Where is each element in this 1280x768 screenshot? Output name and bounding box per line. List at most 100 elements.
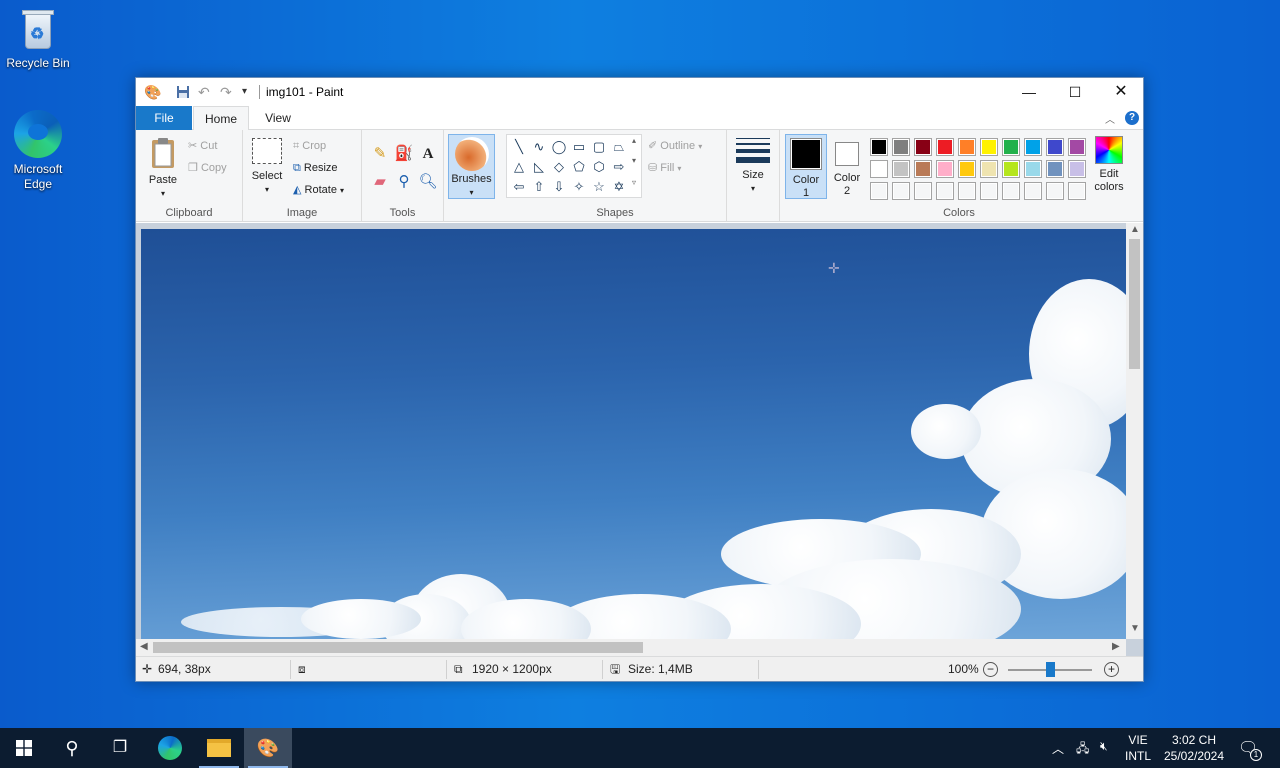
select-button[interactable]: Select ▾	[249, 138, 285, 196]
start-button[interactable]	[0, 728, 48, 768]
rotate-button[interactable]: ◭ Rotate ▾	[293, 180, 344, 200]
color-swatch[interactable]	[980, 138, 998, 156]
minimize-ribbon-icon[interactable]: ︿	[1105, 111, 1115, 126]
color-swatch[interactable]	[914, 138, 932, 156]
right-arrow-shape-icon[interactable]: ⇨	[610, 158, 628, 176]
horizontal-scrollbar[interactable]: ◀ ▶	[136, 639, 1126, 656]
zoom-in-button[interactable]: +	[1104, 662, 1119, 677]
paint-app-icon[interactable]: 🎨	[144, 84, 161, 100]
outline-button[interactable]: ✐ Outline ▾	[648, 136, 702, 156]
oval-shape-icon[interactable]: ◯	[550, 138, 568, 156]
save-icon[interactable]	[176, 85, 190, 101]
maximize-button[interactable]: ☐	[1052, 78, 1098, 106]
edge-desktop-shortcut[interactable]: Microsoft Edge	[0, 110, 76, 192]
color-swatch[interactable]	[892, 182, 910, 200]
tab-file[interactable]: File	[136, 106, 192, 130]
color-swatch[interactable]	[1002, 182, 1020, 200]
horizontal-scroll-thumb[interactable]	[153, 642, 643, 653]
color-swatch[interactable]	[1046, 160, 1064, 178]
color-swatch[interactable]	[892, 160, 910, 178]
tab-view[interactable]: View	[254, 106, 302, 130]
color-swatch[interactable]	[936, 138, 954, 156]
clock[interactable]: 3:02 CH 25/02/2024	[1158, 732, 1230, 764]
canvas-image[interactable]: ✛	[141, 229, 1126, 639]
rectangle-shape-icon[interactable]: ▭	[570, 138, 588, 156]
cut-button[interactable]: ✂ Cut	[188, 136, 217, 156]
rounded-rectangle-shape-icon[interactable]: ▢	[590, 138, 608, 156]
color-swatch[interactable]	[1002, 160, 1020, 178]
color-swatch[interactable]	[1046, 182, 1064, 200]
diamond-shape-icon[interactable]: ◇	[550, 158, 568, 176]
volume-muted-icon[interactable]: 🔇︎	[1100, 739, 1108, 754]
eraser-icon[interactable]: ▰	[370, 172, 390, 192]
color-swatch[interactable]	[1024, 182, 1042, 200]
undo-icon[interactable]: ↶	[198, 84, 210, 100]
customize-dropdown-icon[interactable]: ▾	[242, 84, 247, 100]
color-swatch[interactable]	[958, 160, 976, 178]
pentagon-shape-icon[interactable]: ⬠	[570, 158, 588, 176]
help-icon[interactable]: ?	[1125, 111, 1139, 125]
edge-taskbar-button[interactable]	[146, 728, 194, 768]
network-icon[interactable]: 🖧	[1076, 739, 1089, 760]
up-arrow-shape-icon[interactable]: ⇧	[530, 178, 548, 196]
copy-button[interactable]: ❐ Copy	[188, 158, 227, 178]
color-swatch[interactable]	[1046, 138, 1064, 156]
color-swatch[interactable]	[870, 138, 888, 156]
color-swatch[interactable]	[1024, 138, 1042, 156]
down-arrow-shape-icon[interactable]: ⇩	[550, 178, 568, 196]
color-swatch[interactable]	[958, 138, 976, 156]
fill-icon[interactable]: ⛽	[394, 144, 414, 164]
task-view-button[interactable]: ❐	[96, 728, 144, 768]
scroll-down-icon[interactable]: ▼	[1130, 623, 1140, 634]
zoom-slider[interactable]	[1008, 662, 1092, 677]
color-swatch[interactable]	[1068, 182, 1086, 200]
redo-icon[interactable]: ↷	[220, 84, 232, 100]
pencil-icon[interactable]: ✎	[370, 144, 390, 164]
color-picker-icon[interactable]: ⚲	[394, 172, 414, 192]
tab-home[interactable]: Home	[193, 106, 249, 131]
color-swatch[interactable]	[914, 160, 932, 178]
brushes-button[interactable]: Brushes ▾	[448, 134, 495, 199]
color-swatch[interactable]	[870, 182, 888, 200]
color-swatch[interactable]	[892, 138, 910, 156]
curve-shape-icon[interactable]: ∿	[530, 138, 548, 156]
hexagon-shape-icon[interactable]: ⬡	[590, 158, 608, 176]
color1-button[interactable]: Color 1	[785, 134, 827, 199]
resize-button[interactable]: ⧉ Resize	[293, 158, 338, 178]
text-icon[interactable]: A	[418, 144, 438, 164]
color-swatch[interactable]	[980, 182, 998, 200]
color-swatch[interactable]	[958, 182, 976, 200]
vertical-scroll-thumb[interactable]	[1129, 239, 1140, 369]
color-swatch[interactable]	[936, 160, 954, 178]
paint-taskbar-button[interactable]: 🎨	[244, 728, 292, 768]
six-point-star-shape-icon[interactable]: ✡	[610, 178, 628, 196]
minimize-button[interactable]: —	[1006, 78, 1052, 106]
canvas-area[interactable]: ✛ ▲ ▼ ◀ ▶	[136, 223, 1143, 656]
color-swatch[interactable]	[1068, 138, 1086, 156]
triangle-shape-icon[interactable]: △	[510, 158, 528, 176]
polygon-shape-icon[interactable]: ⏢	[610, 138, 628, 156]
four-point-star-shape-icon[interactable]: ✧	[570, 178, 588, 196]
color-swatch[interactable]	[936, 182, 954, 200]
color2-button[interactable]: Color 2	[830, 134, 864, 199]
color-swatch[interactable]	[914, 182, 932, 200]
show-hidden-icons-icon[interactable]: ︿	[1052, 740, 1064, 757]
color-swatch[interactable]	[1002, 138, 1020, 156]
scroll-right-icon[interactable]: ▶	[1112, 641, 1120, 652]
left-arrow-shape-icon[interactable]: ⇦	[510, 178, 528, 196]
recycle-bin-shortcut[interactable]: ♻ Recycle Bin	[0, 8, 76, 71]
magnifier-icon[interactable]: 🔍︎	[418, 172, 438, 192]
vertical-scrollbar[interactable]: ▲ ▼	[1126, 223, 1143, 639]
size-button[interactable]: Size ▾	[733, 136, 773, 195]
right-triangle-shape-icon[interactable]: ◺	[530, 158, 548, 176]
zoom-out-button[interactable]: −	[983, 662, 998, 677]
color-swatch[interactable]	[1068, 160, 1086, 178]
zoom-slider-thumb[interactable]	[1045, 662, 1055, 677]
edit-colors-button[interactable]: Edit colors	[1092, 136, 1126, 194]
shapes-scroll-up-icon[interactable]: ▴	[632, 136, 636, 145]
line-shape-icon[interactable]: ╲	[510, 138, 528, 156]
color-swatch[interactable]	[870, 160, 888, 178]
language-indicator[interactable]: VIE INTL	[1122, 732, 1154, 764]
color-swatch[interactable]	[980, 160, 998, 178]
paste-button[interactable]: Paste ▾	[144, 136, 182, 200]
